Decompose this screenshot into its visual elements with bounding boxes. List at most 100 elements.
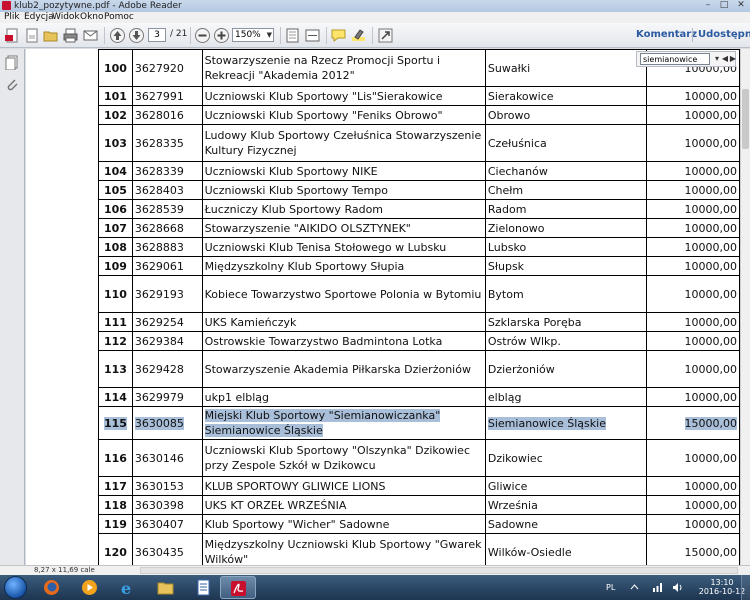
scrollbar-thumb[interactable] xyxy=(742,89,749,149)
row-application-id: 3628016 xyxy=(134,108,184,122)
row-application-id: 3628668 xyxy=(134,221,184,235)
start-button[interactable] xyxy=(4,576,27,599)
taskbar-word[interactable] xyxy=(186,576,222,599)
row-city-cell: Lubsko xyxy=(484,237,647,257)
row-amount: 10000,00 xyxy=(684,479,738,493)
chevron-up-icon[interactable] xyxy=(630,583,639,592)
row-number-cell: 108 xyxy=(98,237,133,257)
show-desktop-button[interactable] xyxy=(741,575,750,600)
row-club-name-cell: Łuczniczy Klub Sportowy Radom xyxy=(201,199,486,219)
menu-file[interactable]: Plik xyxy=(4,12,20,23)
document-view[interactable]: 100 3627920 Stowarzyszenie na Rzecz Promoc… xyxy=(26,49,740,565)
row-club-name-cell: Miejski Klub Sportowy "Siemianowiczanka"… xyxy=(201,406,486,440)
taskbar-explorer[interactable] xyxy=(148,576,184,599)
row-amount-cell: 10000,00 xyxy=(645,86,740,106)
row-club-name-cell: Uczniowski Klub Sportowy "Olszynka" Dzik… xyxy=(201,439,486,477)
row-club-name-cell: ukp1 elbląg xyxy=(201,387,486,407)
next-page-icon[interactable] xyxy=(128,27,145,44)
row-amount: 10000,00 xyxy=(684,334,738,348)
find-next-icon[interactable]: ▶ xyxy=(729,53,737,65)
row-application-id-cell: 3629384 xyxy=(131,331,203,351)
row-application-id-cell: 3629979 xyxy=(131,387,203,407)
row-number: 107 xyxy=(103,221,127,235)
row-number-cell: 114 xyxy=(98,387,133,407)
row-application-id: 3629254 xyxy=(134,315,184,329)
row-club-name: Uczniowski Klub Sportowy NIKE xyxy=(204,164,378,178)
row-club-name-cell: Uczniowski Klub Sportowy Tempo xyxy=(201,180,486,200)
language-indicator[interactable]: PL xyxy=(606,583,615,592)
document-icon xyxy=(197,579,210,596)
row-number: 111 xyxy=(103,315,127,329)
attachments-icon[interactable] xyxy=(5,77,20,92)
menu-help[interactable]: Pomoc xyxy=(104,12,134,23)
row-amount-cell: 10000,00 xyxy=(645,218,740,238)
find-previous-icon[interactable]: ◀ xyxy=(721,53,729,65)
volume-icon[interactable] xyxy=(672,582,683,593)
taskbar-media-player[interactable] xyxy=(72,576,108,599)
row-application-id: 3630153 xyxy=(134,479,184,493)
maximize-icon[interactable]: □ xyxy=(716,0,732,12)
share-button[interactable]: Udostępnij xyxy=(698,29,750,40)
row-number: 109 xyxy=(103,259,127,273)
row-club-name-cell: Międzyszkolny Uczniowski Klub Sportowy "… xyxy=(201,533,486,565)
page-thumbnails-icon[interactable] xyxy=(5,55,20,71)
find-options-icon[interactable]: ▾ xyxy=(713,53,721,65)
row-city: Sierakowice xyxy=(487,89,554,103)
vertical-scrollbar[interactable] xyxy=(740,49,750,565)
row-application-id: 3628335 xyxy=(134,136,184,150)
toolbar: 3 / 21 150% ▼ Komentarz Udostępnij xyxy=(0,23,750,48)
row-application-id: 3628339 xyxy=(134,164,184,178)
row-amount: 10000,00 xyxy=(684,202,738,216)
print-icon[interactable] xyxy=(62,27,79,44)
zoom-out-icon[interactable] xyxy=(194,27,211,44)
row-club-name: ukp1 elbląg xyxy=(204,390,270,404)
row-city: Suwałki xyxy=(487,61,531,75)
create-pdf-icon[interactable] xyxy=(4,27,21,44)
table-row: 120 3630435 Międzyszkolny Uczniowski Klub … xyxy=(98,533,740,565)
row-number-cell: 100 xyxy=(98,49,133,87)
row-club-name-cell: Stowarzyszenie "AIKIDO OLSZTYNEK" xyxy=(201,218,486,238)
table-row: 118 3630398 UKS KT ORZEŁ WRZEŚNIA Września 1… xyxy=(98,495,740,515)
comment-button[interactable]: Komentarz xyxy=(636,29,697,40)
sticky-note-icon[interactable] xyxy=(330,27,347,44)
find-toolbar: ▾ ◀ ▶ xyxy=(636,51,736,67)
folder-icon[interactable] xyxy=(42,27,59,44)
row-city-cell: Chełm xyxy=(484,180,647,200)
row-club-name-cell: Międzyszkolny Klub Sportowy Słupia xyxy=(201,256,486,276)
network-icon[interactable] xyxy=(652,582,663,593)
horizontal-scrollbar[interactable] xyxy=(140,567,738,574)
taskbar-firefox[interactable] xyxy=(34,576,70,599)
taskbar-internet-explorer[interactable]: e xyxy=(110,576,146,599)
table-row: 114 3629979 ukp1 elbląg elbląg 10000,00 xyxy=(98,387,740,407)
previous-page-icon[interactable] xyxy=(109,27,126,44)
row-city: Radom xyxy=(487,202,527,216)
zoom-select[interactable]: 150% ▼ xyxy=(232,28,274,42)
fit-width-icon[interactable] xyxy=(304,27,321,44)
row-number: 104 xyxy=(103,164,127,178)
clock-date: 2016-10-12 xyxy=(698,587,746,596)
menu-view[interactable]: Widok xyxy=(52,12,80,23)
highlight-icon[interactable] xyxy=(350,27,367,44)
menu-edit[interactable]: Edycja xyxy=(24,12,54,23)
menu-bar: Plik Edycja Widok Okno Pomoc xyxy=(0,12,750,23)
close-icon[interactable]: ✕ xyxy=(733,0,749,12)
row-club-name: Stowarzyszenie na Rzecz Promocji Sportu … xyxy=(204,54,441,82)
expand-icon[interactable] xyxy=(377,27,394,44)
row-city: Sadowne xyxy=(487,517,539,531)
open-file-icon[interactable] xyxy=(24,27,41,44)
email-icon[interactable] xyxy=(82,27,99,44)
clock[interactable]: 13:10 2016-10-12 xyxy=(698,578,746,596)
menu-window[interactable]: Okno xyxy=(80,12,104,23)
row-number: 105 xyxy=(103,183,127,197)
find-input[interactable] xyxy=(640,53,710,65)
title-bar: klub2_pozytywne.pdf - Adobe Reader – □ ✕ xyxy=(0,0,750,12)
row-city-cell: Suwałki xyxy=(484,49,647,87)
table-row: 113 3629428 Stowarzyszenie Akademia Piłkar… xyxy=(98,350,740,388)
page-number-input[interactable]: 3 xyxy=(148,28,166,42)
zoom-in-icon[interactable] xyxy=(213,27,230,44)
taskbar-adobe-reader[interactable] xyxy=(220,576,256,599)
minimize-icon[interactable]: – xyxy=(700,0,716,12)
fit-page-icon[interactable] xyxy=(284,27,301,44)
row-number: 118 xyxy=(103,498,127,512)
row-amount: 10000,00 xyxy=(684,259,738,273)
